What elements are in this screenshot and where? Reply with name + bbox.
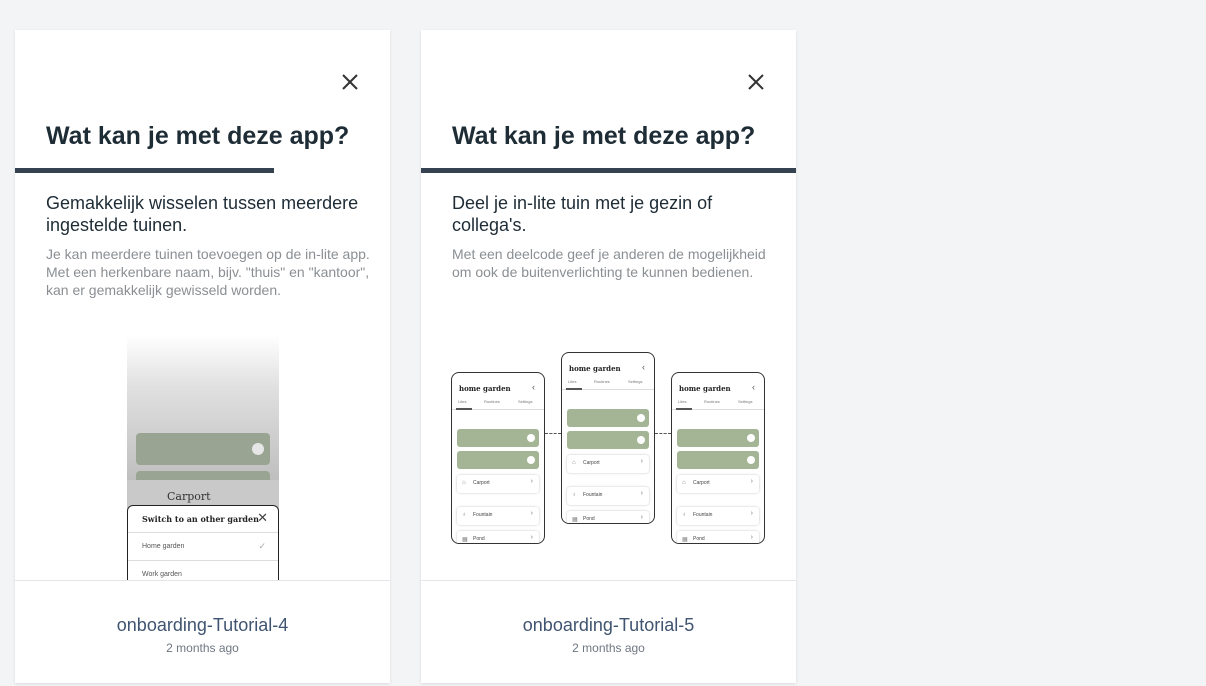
caret-icon: ‹ [642,362,645,372]
card-timestamp: 2 months ago [572,641,645,655]
garden-title: home garden [459,384,511,393]
mock-tab: Settings [738,399,753,404]
mock-item-label: Carport [583,460,600,466]
card-timestamp: 2 months ago [166,641,239,655]
share-connector [545,433,561,434]
mock-green-item [567,409,649,427]
sheet-item: Work garden [142,571,182,578]
card-name[interactable]: onboarding-Tutorial-5 [421,615,796,636]
sheet-item: Home garden [142,543,185,550]
sheet-title: Switch to an other garden [142,514,259,524]
mock-green-item [457,429,539,447]
mock-white-item: ♁ Fountain › [457,507,539,525]
mock-tab: Lites [458,399,467,404]
mock-tab: Lites [568,379,577,384]
card-preview[interactable]: Wat kan je met deze app? Gemakkelijk wis… [15,30,390,580]
heading-underline [15,168,274,173]
close-icon [342,74,358,90]
tutorial-card-4[interactable]: Wat kan je met deze app? Gemakkelijk wis… [15,30,390,683]
mock-item-label: Pond [693,536,705,542]
mock-white-item: ⌂ Carport › [677,475,759,493]
preview-body: Je kan meerdere tuinen toevoegen op de i… [46,246,370,298]
mock-white-item: ▦ Pond › [567,511,649,523]
mock-tab: Routines [484,399,500,404]
mock-green-item [457,451,539,469]
mock-white-item: ▦ Pond › [457,531,539,543]
phone-mockup: Carport Switch to an other garden ✕ Home… [127,335,279,580]
card-footer: onboarding-Tutorial-4 2 months ago [15,580,390,683]
caret-icon: ‹ [532,382,535,392]
mock-tab: Settings [518,399,533,404]
phone-mockup-left: home garden ‹ Lites Routines Settings ⌂ C… [451,372,545,544]
mock-item-label: Carport [473,480,490,486]
check-icon: ✓ [258,541,266,551]
mock-tab: Lites [678,399,687,404]
mock-tab: Routines [704,399,720,404]
mock-item-label: Fountain [583,492,603,498]
preview-subtitle: Gemakkelijk wisselen tussen meerdere ing… [46,193,359,235]
preview-subtitle: Deel je in-lite tuin met je gezin of col… [452,193,713,235]
tutorial-card-5[interactable]: Wat kan je met deze app? Deel je in-lite… [421,30,796,683]
preview-heading: Wat kan je met deze app? [452,122,756,150]
carport-label: Carport [167,490,211,503]
mock-green-item [677,429,759,447]
mock-green-item [567,431,649,449]
garden-title: home garden [569,364,621,373]
mock-white-item: ▦ Pond › [677,531,759,543]
mock-white-item: ♁ Fountain › [567,487,649,505]
phone-mockup-right: home garden ‹ Lites Routines Settings ⌂ C… [671,372,765,544]
share-connector [655,433,671,434]
garden-title: home garden [679,384,731,393]
card-name[interactable]: onboarding-Tutorial-4 [15,615,390,636]
phone-mockup-center: home garden ‹ Lites Routines Settings ⌂ C… [561,352,655,524]
caret-icon: ‹ [752,382,755,392]
close-icon [748,74,764,90]
sheet-close-icon: ✕ [257,510,268,525]
mock-item-label: Fountain [473,512,493,518]
mock-white-item: ♁ Fountain › [677,507,759,525]
garden-switch-sheet: Switch to an other garden ✕ Home garden … [127,505,279,580]
mock-white-item: ⌂ Carport › [457,475,539,493]
mock-item-label: Fountain [693,512,713,518]
mock-white-item: ⌂ Carport › [567,455,649,473]
preview-heading: Wat kan je met deze app? [46,122,350,150]
mock-tab: Routines [594,379,610,384]
heading-underline [421,168,796,173]
mock-green-item [677,451,759,469]
mock-tab: Settings [628,379,643,384]
card-footer: onboarding-Tutorial-5 2 months ago [421,580,796,683]
card-preview[interactable]: Wat kan je met deze app? Deel je in-lite… [421,30,796,580]
mock-item-label: Carport [693,480,710,486]
mock-item-label: Pond [473,536,485,542]
mock-item-label: Pond [583,516,595,522]
preview-body: Met een deelcode geef je anderen de moge… [452,246,766,280]
mock-light-row [136,433,270,465]
